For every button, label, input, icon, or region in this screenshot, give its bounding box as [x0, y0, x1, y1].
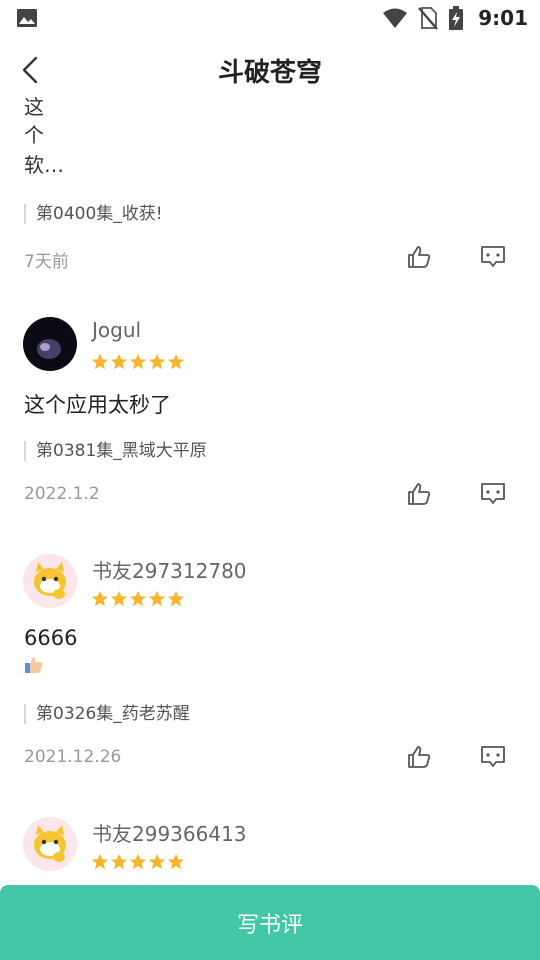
star-icon: [167, 590, 185, 607]
star-icon: [148, 353, 166, 370]
star-icon: [110, 853, 128, 870]
star-icon: [129, 590, 147, 607]
comment-icon[interactable]: [480, 245, 506, 269]
review-date: 7天前: [24, 252, 69, 272]
avatar[interactable]: [23, 817, 77, 871]
star-icon: [110, 353, 128, 370]
comment-icon[interactable]: [480, 482, 506, 506]
star-rating: [91, 853, 185, 871]
star-icon: [148, 853, 166, 870]
star-icon: [129, 853, 147, 870]
review-text: 6666: [24, 626, 78, 650]
avatar-cat-image: [23, 554, 77, 608]
status-time: 9:01: [478, 6, 528, 30]
thumbs-up-icon[interactable]: [407, 745, 433, 769]
avatar[interactable]: [23, 317, 77, 371]
thumbs-up-emoji-icon: [25, 657, 43, 673]
wifi-icon: [383, 8, 408, 28]
star-icon: [91, 853, 109, 870]
write-review-button[interactable]: 写书评: [0, 885, 540, 960]
star-rating: [91, 590, 185, 608]
thumbs-up-icon[interactable]: [407, 482, 433, 506]
star-icon: [110, 590, 128, 607]
star-icon: [91, 590, 109, 607]
username: 书友297312780: [92, 559, 247, 583]
username: 书友299366413: [92, 822, 247, 846]
review-date: 2021.12.26: [24, 747, 122, 767]
battery-charging-icon: [449, 6, 464, 30]
star-icon: [167, 853, 185, 870]
review-text-line: 这: [24, 95, 44, 119]
review-text-line: 个: [24, 123, 44, 147]
page-title: 斗破苍穹: [217, 58, 322, 88]
username: Jogul: [92, 318, 142, 342]
image-notification-icon: [17, 9, 37, 27]
review-text: 这个应用太秒了: [24, 393, 171, 417]
comment-icon[interactable]: [480, 745, 506, 769]
review-date: 2022.1.2: [24, 484, 100, 504]
status-bar: 9:01: [0, 0, 540, 36]
episode-tag[interactable]: 第0400集_收获!: [24, 204, 163, 224]
review-list[interactable]: 这 个 软… 第0400集_收获! 7天前 Jogul 这个应用太秒了 第038…: [0, 90, 540, 890]
star-icon: [91, 353, 109, 370]
star-icon: [167, 353, 185, 370]
episode-tag[interactable]: 第0326集_药老苏醒: [24, 704, 190, 724]
star-rating: [91, 353, 185, 371]
no-sim-icon: [418, 7, 439, 30]
thumbs-up-icon[interactable]: [407, 245, 433, 269]
avatar-image: [23, 317, 77, 371]
review-text-line: 软…: [24, 153, 64, 177]
avatar-cat-image: [23, 817, 77, 871]
episode-tag[interactable]: 第0381集_黑域大平原: [24, 441, 207, 461]
avatar[interactable]: [23, 554, 77, 608]
star-icon: [148, 590, 166, 607]
star-icon: [129, 353, 147, 370]
